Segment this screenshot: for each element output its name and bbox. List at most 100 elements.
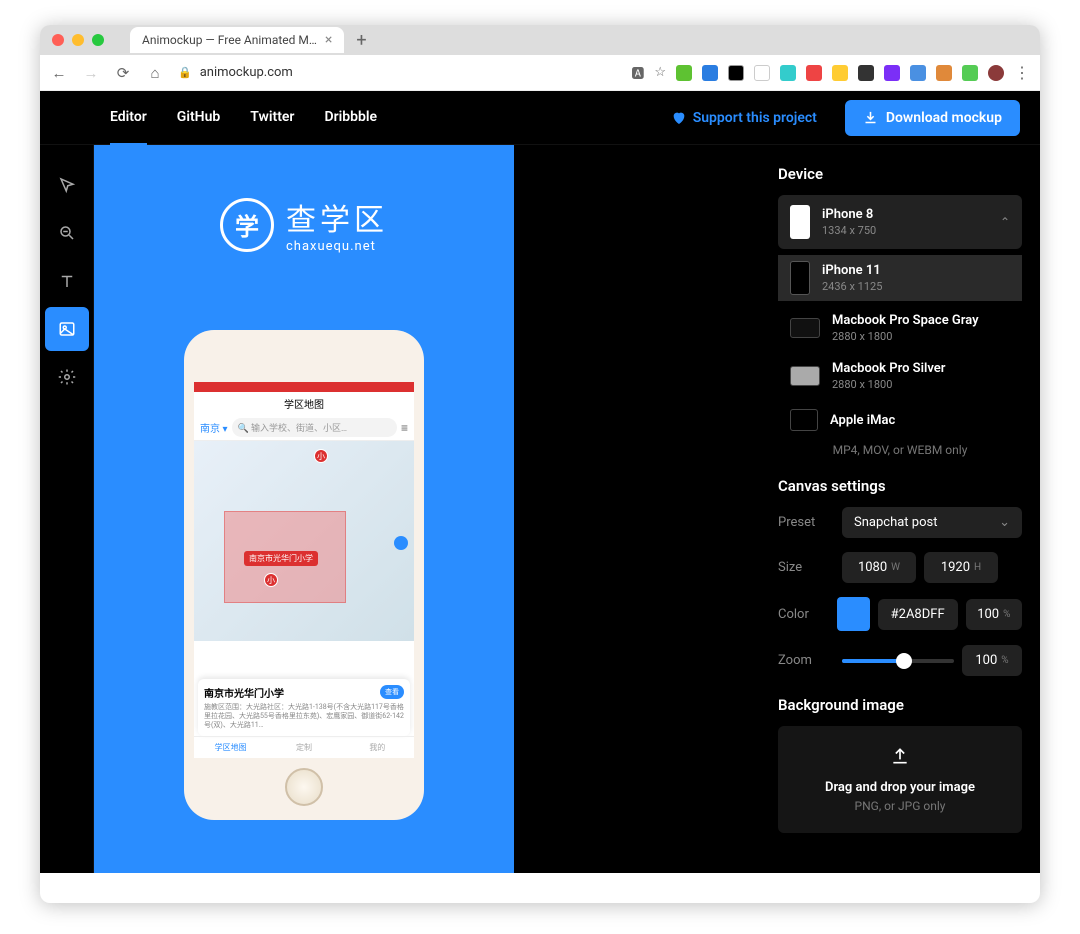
width-input[interactable]: 1080W	[842, 552, 916, 583]
phone-mockup[interactable]: 学区地图 南京 ▾ 🔍 输入学校、街道、小区… ≡ 小 南京市光华门小学 小	[184, 330, 424, 820]
reload-button[interactable]: ⟳	[114, 64, 132, 82]
upload-icon	[890, 746, 910, 766]
device-thumb-icon	[790, 366, 820, 386]
ext-orange-icon[interactable]	[936, 65, 952, 81]
preset-label: Preset	[778, 515, 834, 530]
main-nav: Editor GitHub Twitter Dribbble	[110, 109, 377, 126]
ext-green-icon[interactable]	[780, 65, 796, 81]
ext-shield-icon[interactable]	[962, 65, 978, 81]
support-link[interactable]: Support this project	[671, 110, 817, 126]
device-option[interactable]: Macbook Pro Space Gray2880 x 1800	[778, 307, 1022, 349]
map-pin: 小	[264, 573, 278, 587]
new-tab-button[interactable]: +	[356, 30, 366, 51]
search-input: 🔍 输入学校、街道、小区…	[232, 418, 397, 437]
tab-bar: Animockup — Free Animated M… × +	[40, 25, 1040, 55]
maximize-window-button[interactable]	[92, 34, 104, 46]
download-label: Download mockup	[886, 110, 1002, 126]
browser-window: Animockup — Free Animated M… × + ← → ⟳ ⌂…	[40, 25, 1040, 903]
close-tab-icon[interactable]: ×	[325, 32, 332, 48]
device-name: iPhone 8	[822, 207, 988, 222]
browser-tab[interactable]: Animockup — Free Animated M… ×	[130, 27, 344, 53]
ext-notion-icon[interactable]	[728, 65, 744, 81]
device-thumb-icon	[790, 409, 818, 431]
map-type-pin	[394, 536, 408, 550]
ext-yellow-icon[interactable]	[832, 65, 848, 81]
zoom-label: Zoom	[778, 653, 834, 668]
zoom-slider[interactable]	[842, 659, 954, 663]
preset-select[interactable]: Snapchat post ⌄	[842, 507, 1022, 538]
bottom-nav-map: 学区地图	[194, 737, 267, 758]
left-toolbar	[40, 145, 94, 873]
bg-dropzone[interactable]: Drag and drop your image PNG, or JPG onl…	[778, 726, 1022, 833]
device-dropdown: iPhone 112436 x 1125 Macbook Pro Space G…	[778, 255, 1022, 437]
ext-trello-icon[interactable]	[702, 65, 718, 81]
logo[interactable]	[60, 107, 82, 129]
zoom-input[interactable]: 100%	[962, 645, 1022, 676]
map-view: 小 南京市光华门小学 小	[194, 441, 414, 641]
ext-purple-icon[interactable]	[884, 65, 900, 81]
close-window-button[interactable]	[52, 34, 64, 46]
app-body: 学 查学区 chaxuequ.net 学区地图 南京 ▾ 🔍 输入学	[40, 145, 1040, 873]
bottom-nav: 学区地图 定制 我的	[194, 736, 414, 758]
device-option[interactable]: Apple iMac	[778, 403, 1022, 437]
slider-thumb[interactable]	[896, 653, 912, 669]
menu-icon[interactable]: ⋮	[1014, 63, 1030, 82]
city-selector: 南京 ▾	[200, 420, 228, 435]
window-controls	[52, 34, 104, 46]
settings-tool[interactable]	[45, 355, 89, 399]
size-label: Size	[778, 560, 834, 575]
url-field[interactable]: 🔒 animockup.com	[178, 65, 617, 80]
device-selected[interactable]: iPhone 8 1334 x 750 ⌃	[778, 195, 1022, 249]
bg-image-heading: Background image	[778, 696, 1022, 714]
image-tool[interactable]	[45, 307, 89, 351]
color-hex-input[interactable]: #2A8DFF	[878, 599, 958, 630]
cursor-tool[interactable]	[45, 163, 89, 207]
back-button[interactable]: ←	[50, 64, 68, 82]
color-alpha-input[interactable]: 100%	[966, 599, 1022, 630]
download-button[interactable]: Download mockup	[845, 100, 1020, 136]
canvas-settings-heading: Canvas settings	[778, 477, 1022, 495]
card-desc: 施教区范围：大光路社区：大光路1-138号(不含大光路117号香格里拉花园、大光…	[204, 703, 404, 730]
support-label: Support this project	[693, 110, 817, 126]
download-icon	[863, 110, 878, 125]
ext-mail-icon[interactable]	[754, 65, 770, 81]
device-res: 1334 x 750	[822, 224, 988, 237]
phone-screen: 学区地图 南京 ▾ 🔍 输入学校、街道、小区… ≡ 小 南京市光华门小学 小	[194, 382, 414, 758]
device-thumb-icon	[790, 318, 820, 338]
video-format-hint: MP4, MOV, or WEBM only	[778, 443, 1022, 457]
ext-blue-icon[interactable]	[910, 65, 926, 81]
result-card: 南京市光华门小学 查看 施教区范围：大光路社区：大光路1-138号(不含大光路1…	[198, 679, 410, 736]
canvas-area[interactable]: 学 查学区 chaxuequ.net 学区地图 南京 ▾ 🔍 输入学	[94, 145, 760, 873]
profile-avatar[interactable]	[988, 65, 1004, 81]
ext-qr-icon[interactable]	[858, 65, 874, 81]
mockup-canvas: 学 查学区 chaxuequ.net 学区地图 南京 ▾ 🔍 输入学	[94, 145, 514, 873]
address-bar: ← → ⟳ ⌂ 🔒 animockup.com 🅰 ☆ ⋮	[40, 55, 1040, 91]
home-button-icon	[285, 768, 323, 806]
zoom-tool[interactable]	[45, 211, 89, 255]
star-icon[interactable]: ☆	[654, 65, 666, 80]
color-swatch[interactable]	[837, 597, 870, 631]
nav-dribbble[interactable]: Dribbble	[324, 109, 377, 126]
url-text: animockup.com	[200, 65, 293, 80]
minimize-window-button[interactable]	[72, 34, 84, 46]
nav-twitter[interactable]: Twitter	[250, 109, 294, 126]
translate-icon[interactable]: 🅰	[631, 63, 644, 82]
home-button[interactable]: ⌂	[146, 64, 164, 82]
app-header: Editor GitHub Twitter Dribbble Support t…	[40, 91, 1040, 145]
brand-subtitle: chaxuequ.net	[286, 239, 388, 254]
card-tag: 查看	[380, 685, 404, 699]
dropzone-title: Drag and drop your image	[798, 780, 1002, 795]
forward-button[interactable]: →	[82, 64, 100, 82]
nav-editor[interactable]: Editor	[110, 109, 147, 146]
height-input[interactable]: 1920H	[924, 552, 998, 583]
list-icon: ≡	[401, 421, 408, 435]
device-option[interactable]: Macbook Pro Silver2880 x 1800	[778, 355, 1022, 397]
chevron-up-icon: ⌃	[1000, 215, 1010, 229]
device-thumb-icon	[790, 205, 810, 239]
device-option[interactable]: iPhone 112436 x 1125	[778, 255, 1022, 301]
ext-evernote-icon[interactable]	[676, 65, 692, 81]
nav-github[interactable]: GitHub	[177, 109, 220, 126]
text-tool[interactable]	[45, 259, 89, 303]
ext-red-icon[interactable]	[806, 65, 822, 81]
lock-icon: 🔒	[178, 66, 192, 79]
